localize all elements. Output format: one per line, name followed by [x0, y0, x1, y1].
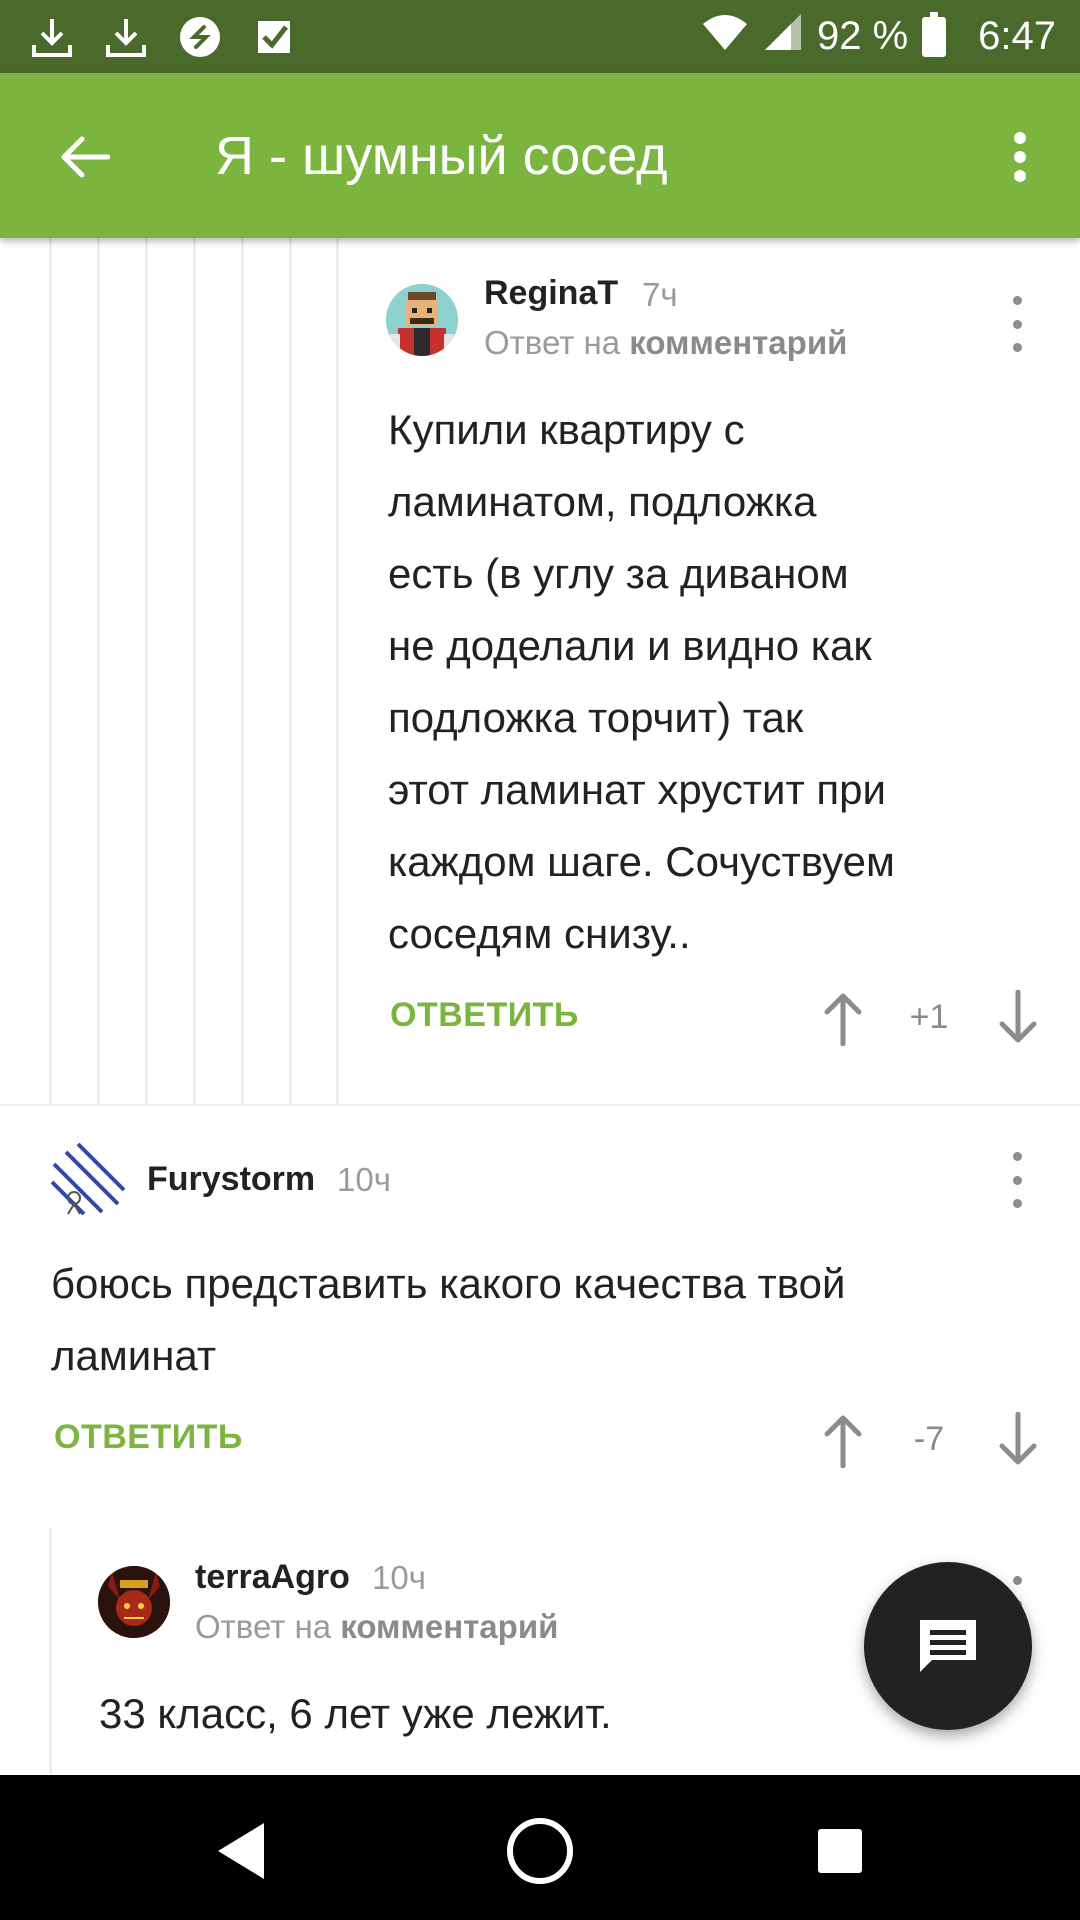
comment-time: 10ч: [337, 1161, 391, 1198]
comment-body: 33 класс, 6 лет уже лежит.: [99, 1678, 612, 1750]
reply-to-text: Ответ на комментарий: [195, 1608, 558, 1646]
shazam-icon: [176, 13, 224, 61]
comment-line: 33 класс, 6 лет уже лежит.: [99, 1690, 612, 1737]
comments-list[interactable]: ReginaT 7ч Ответ на комментарий Купили к…: [0, 238, 1080, 1774]
downvote-arrow-icon[interactable]: [996, 1412, 1040, 1468]
comment-line: есть (в углу за диваном: [388, 550, 849, 597]
thread-line: [336, 238, 339, 1104]
reply-to-link[interactable]: комментарий: [340, 1608, 558, 1645]
reply-to-text: Ответ на комментарий: [484, 324, 847, 362]
thread-line: [97, 238, 100, 1104]
comment-line: каждом шаге. Сочуствуем: [388, 838, 895, 885]
reply-button[interactable]: ОТВЕТИТЬ: [390, 996, 579, 1035]
system-nav-bar: [0, 1775, 1080, 1920]
check-box-icon: [250, 13, 298, 61]
comment-time: 10ч: [372, 1559, 426, 1596]
comment-line: ламинатом, подложка: [388, 478, 817, 525]
nav-back-icon: [218, 1823, 264, 1879]
thread-line: [289, 238, 292, 1104]
thread-line: [49, 238, 52, 1104]
comment-body: боюсь представить какого качества твой л…: [51, 1248, 845, 1392]
wifi-icon: [701, 12, 749, 62]
nav-recents-button[interactable]: [800, 1811, 880, 1891]
comment-menu-button[interactable]: [1002, 1152, 1032, 1208]
comment-line: боюсь представить какого качества твой: [51, 1260, 846, 1307]
comment-icon: [920, 1620, 976, 1672]
avatar[interactable]: [386, 284, 458, 356]
comment-line: этот ламинат хрустит при: [388, 766, 886, 813]
status-right: 92 % 6:47: [701, 0, 1056, 73]
nav-recents-icon: [818, 1829, 862, 1873]
thread-line: [241, 238, 244, 1104]
battery-icon: [922, 11, 947, 57]
reply-button[interactable]: ОТВЕТИТЬ: [54, 1418, 243, 1457]
reply-to-link[interactable]: комментарий: [629, 324, 847, 361]
notification-icons: [28, 10, 298, 64]
thread-line: [145, 238, 148, 1104]
clock: 6:47: [978, 14, 1056, 58]
more-vert-icon: [1014, 132, 1026, 182]
comment-author[interactable]: terraAgro: [195, 1558, 350, 1597]
thread-line: [49, 1528, 52, 1774]
avatar[interactable]: [98, 1566, 170, 1638]
overflow-menu-button[interactable]: [990, 121, 1050, 193]
downvote-arrow-icon[interactable]: [996, 990, 1040, 1046]
reply-to-prefix: Ответ на: [484, 324, 621, 361]
download-icon: [102, 13, 150, 61]
status-bar: 92 % 6:47: [0, 0, 1080, 73]
avatar[interactable]: [50, 1142, 126, 1218]
comment-menu-button[interactable]: [1002, 296, 1032, 352]
download-icon: [28, 13, 76, 61]
battery-text: 92 %: [816, 14, 909, 58]
app-bar: Я - шумный сосед: [0, 73, 1080, 238]
upvote-arrow-icon[interactable]: [821, 1412, 865, 1468]
nav-home-button[interactable]: [500, 1811, 580, 1891]
comment-time: 7ч: [642, 276, 678, 313]
comment-author[interactable]: Furystorm: [147, 1160, 315, 1199]
page-title: Я - шумный сосед: [215, 126, 668, 186]
signal-icon: [763, 12, 803, 62]
nav-home-icon: [507, 1818, 573, 1884]
comment-author[interactable]: ReginaT: [484, 274, 618, 313]
comment-line: ламинат: [51, 1332, 217, 1379]
reply-to-prefix: Ответ на: [195, 1608, 332, 1645]
comment-score: +1: [909, 998, 949, 1036]
comment-score: -7: [913, 1420, 945, 1458]
arrow-back-icon: [61, 136, 110, 178]
upvote-arrow-icon[interactable]: [821, 990, 865, 1046]
comment-line: подложка торчит) так: [388, 694, 804, 741]
nav-back-button[interactable]: [200, 1811, 280, 1891]
comment-body: Купили квартиру с ламинатом, подложка ес…: [388, 394, 895, 970]
add-comment-button[interactable]: [864, 1562, 1032, 1730]
comment-line: соседям снизу..: [388, 910, 691, 957]
thread-line: [193, 238, 196, 1104]
back-button[interactable]: [48, 121, 120, 193]
comment-line: Купили квартиру с: [388, 406, 745, 453]
comment-line: не доделали и видно как: [388, 622, 872, 669]
divider: [0, 1104, 1080, 1106]
